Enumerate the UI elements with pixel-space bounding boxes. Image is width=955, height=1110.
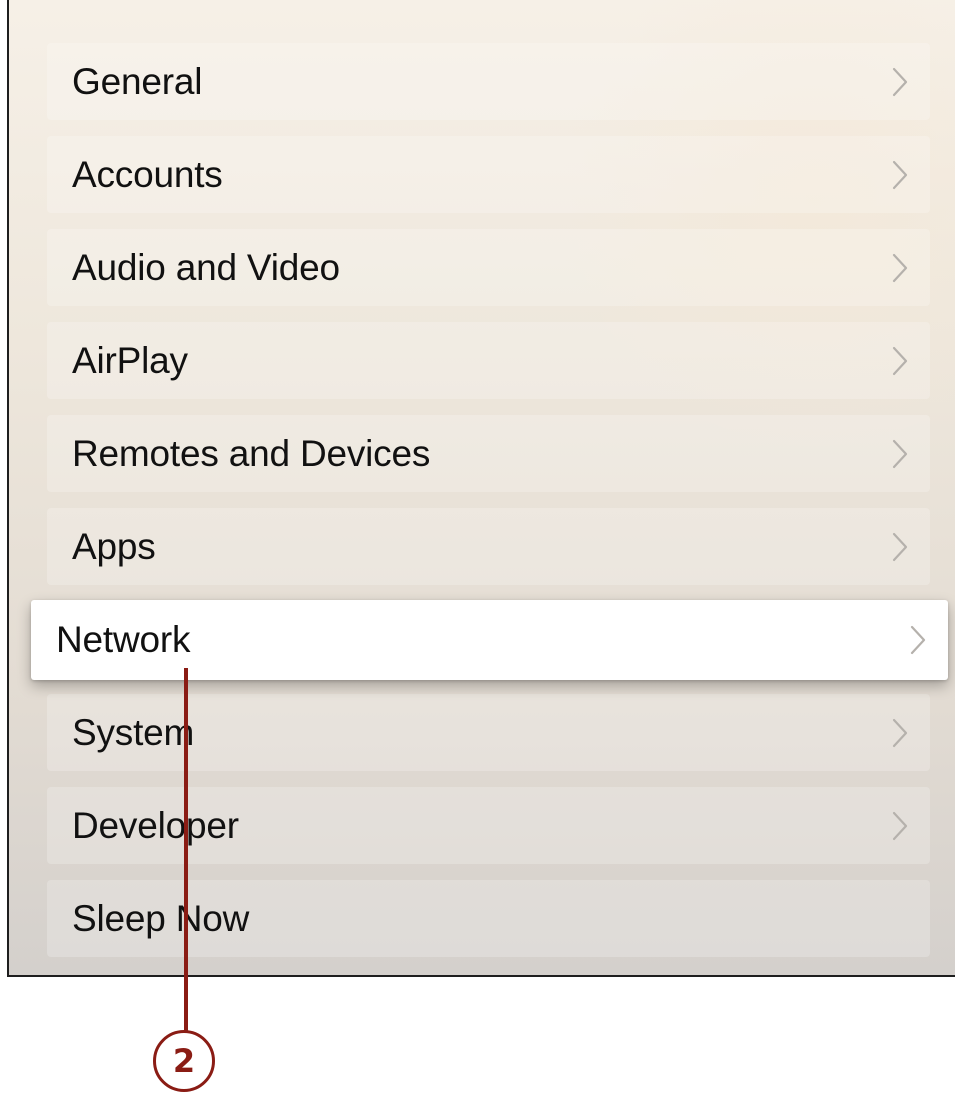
chevron-right-icon (892, 532, 908, 561)
menu-item-network[interactable]: Network (31, 600, 948, 680)
menu-item-label: Sleep Now (72, 897, 250, 939)
menu-item-remotes-and-devices[interactable]: Remotes and Devices (47, 415, 930, 492)
menu-item-general[interactable]: General (47, 43, 930, 120)
menu-item-label: Remotes and Devices (72, 432, 431, 474)
chevron-right-icon (892, 160, 908, 189)
chevron-right-icon (892, 253, 908, 282)
menu-item-accounts[interactable]: Accounts (47, 136, 930, 213)
menu-item-label: Developer (72, 804, 239, 846)
callout-leader-line (184, 668, 188, 1062)
chevron-right-icon (892, 811, 908, 840)
menu-item-apps[interactable]: Apps (47, 508, 930, 585)
menu-item-sleep-now[interactable]: Sleep Now (47, 880, 930, 957)
menu-item-label: Apps (72, 525, 156, 567)
menu-item-label: AirPlay (72, 339, 188, 381)
chevron-right-icon (892, 67, 908, 96)
menu-item-developer[interactable]: Developer (47, 787, 930, 864)
menu-item-label: System (72, 711, 195, 753)
chevron-right-icon (910, 625, 926, 655)
menu-item-audio-and-video[interactable]: Audio and Video (47, 229, 930, 306)
settings-screen: General Accounts Audio and Video AirPlay… (7, 0, 955, 977)
menu-item-system[interactable]: System (47, 694, 930, 771)
menu-item-label: Network (56, 619, 191, 660)
chevron-right-icon (892, 718, 908, 747)
menu-item-label: General (72, 60, 203, 102)
callout-number: 2 (172, 1042, 196, 1080)
menu-item-airplay[interactable]: AirPlay (47, 322, 930, 399)
callout-number-badge: 2 (153, 1030, 215, 1092)
menu-item-label: Audio and Video (72, 246, 340, 288)
chevron-right-icon (892, 439, 908, 468)
menu-item-label: Accounts (72, 153, 223, 195)
chevron-right-icon (892, 346, 908, 375)
